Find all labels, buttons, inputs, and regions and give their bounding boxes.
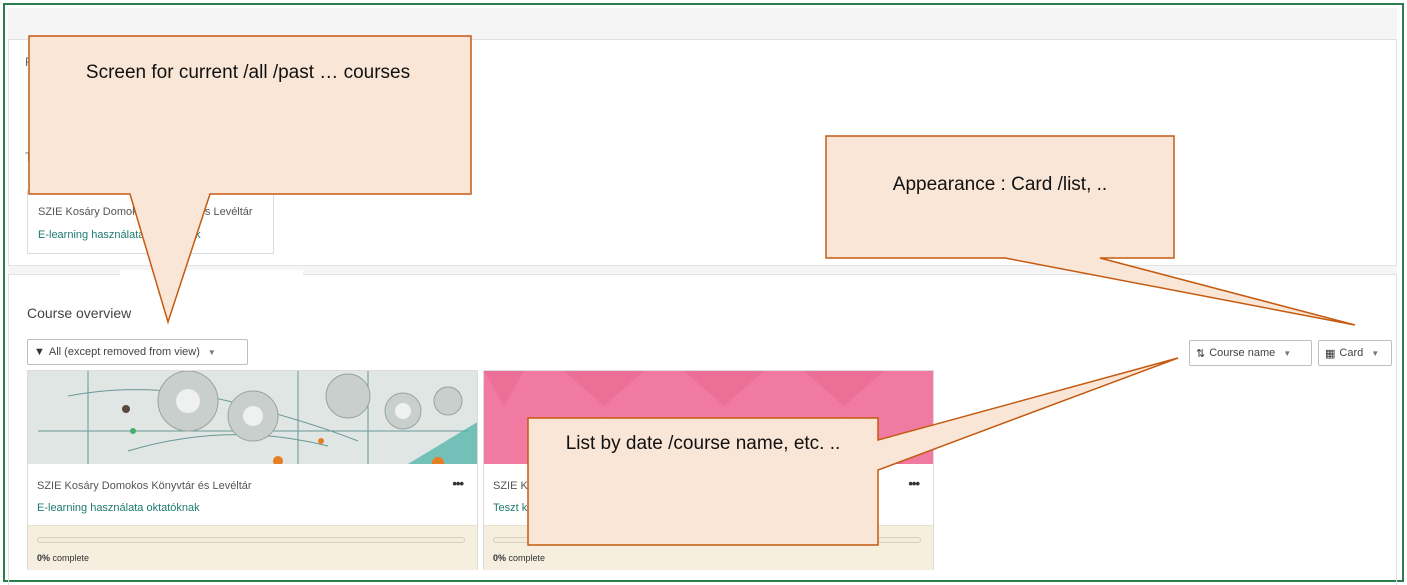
callout-listby-text: List by date /course name, etc. .. (565, 433, 841, 454)
callout-screen-text: Screen for current /all /past … courses (85, 62, 411, 83)
callout-appearance-text: Appearance : Card /list, .. (892, 174, 1108, 195)
